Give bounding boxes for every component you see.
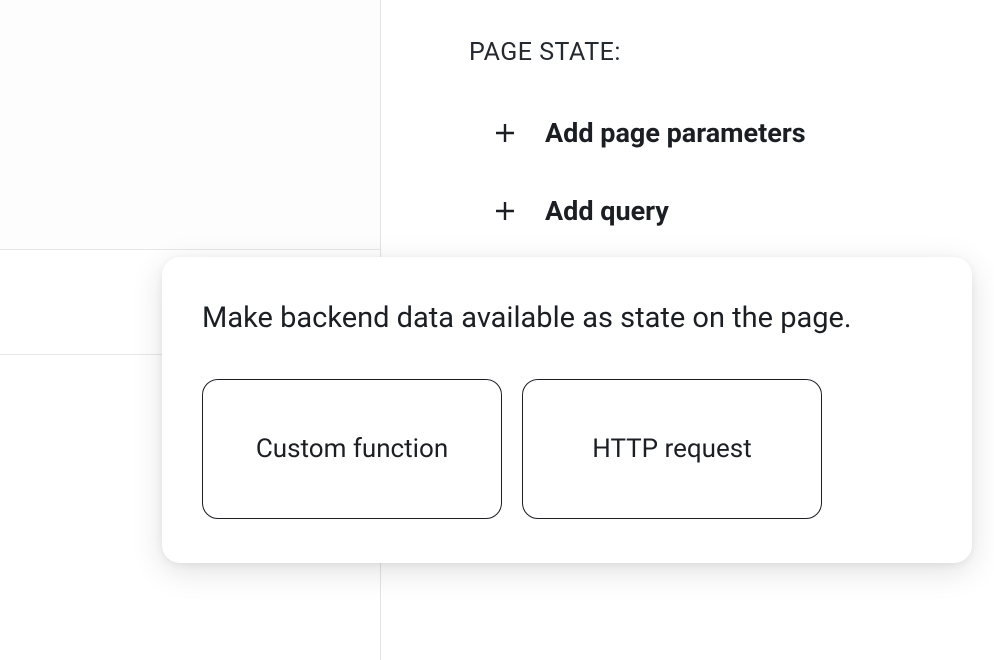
add-query-row[interactable]: Add query	[469, 195, 994, 227]
plus-icon	[493, 121, 517, 145]
add-query-label: Add query	[545, 195, 669, 227]
popover-options: Custom function HTTP request	[202, 379, 932, 519]
add-query-popover: Make backend data available as state on …	[162, 257, 972, 563]
http-request-button[interactable]: HTTP request	[522, 379, 822, 519]
add-page-parameters-row[interactable]: Add page parameters	[469, 117, 994, 149]
custom-function-button[interactable]: Custom function	[202, 379, 502, 519]
page-state-label: PAGE STATE:	[469, 38, 994, 67]
add-page-parameters-label: Add page parameters	[545, 117, 806, 149]
plus-icon	[493, 199, 517, 223]
left-panel-upper-region	[0, 0, 380, 250]
popover-description: Make backend data available as state on …	[202, 301, 932, 335]
